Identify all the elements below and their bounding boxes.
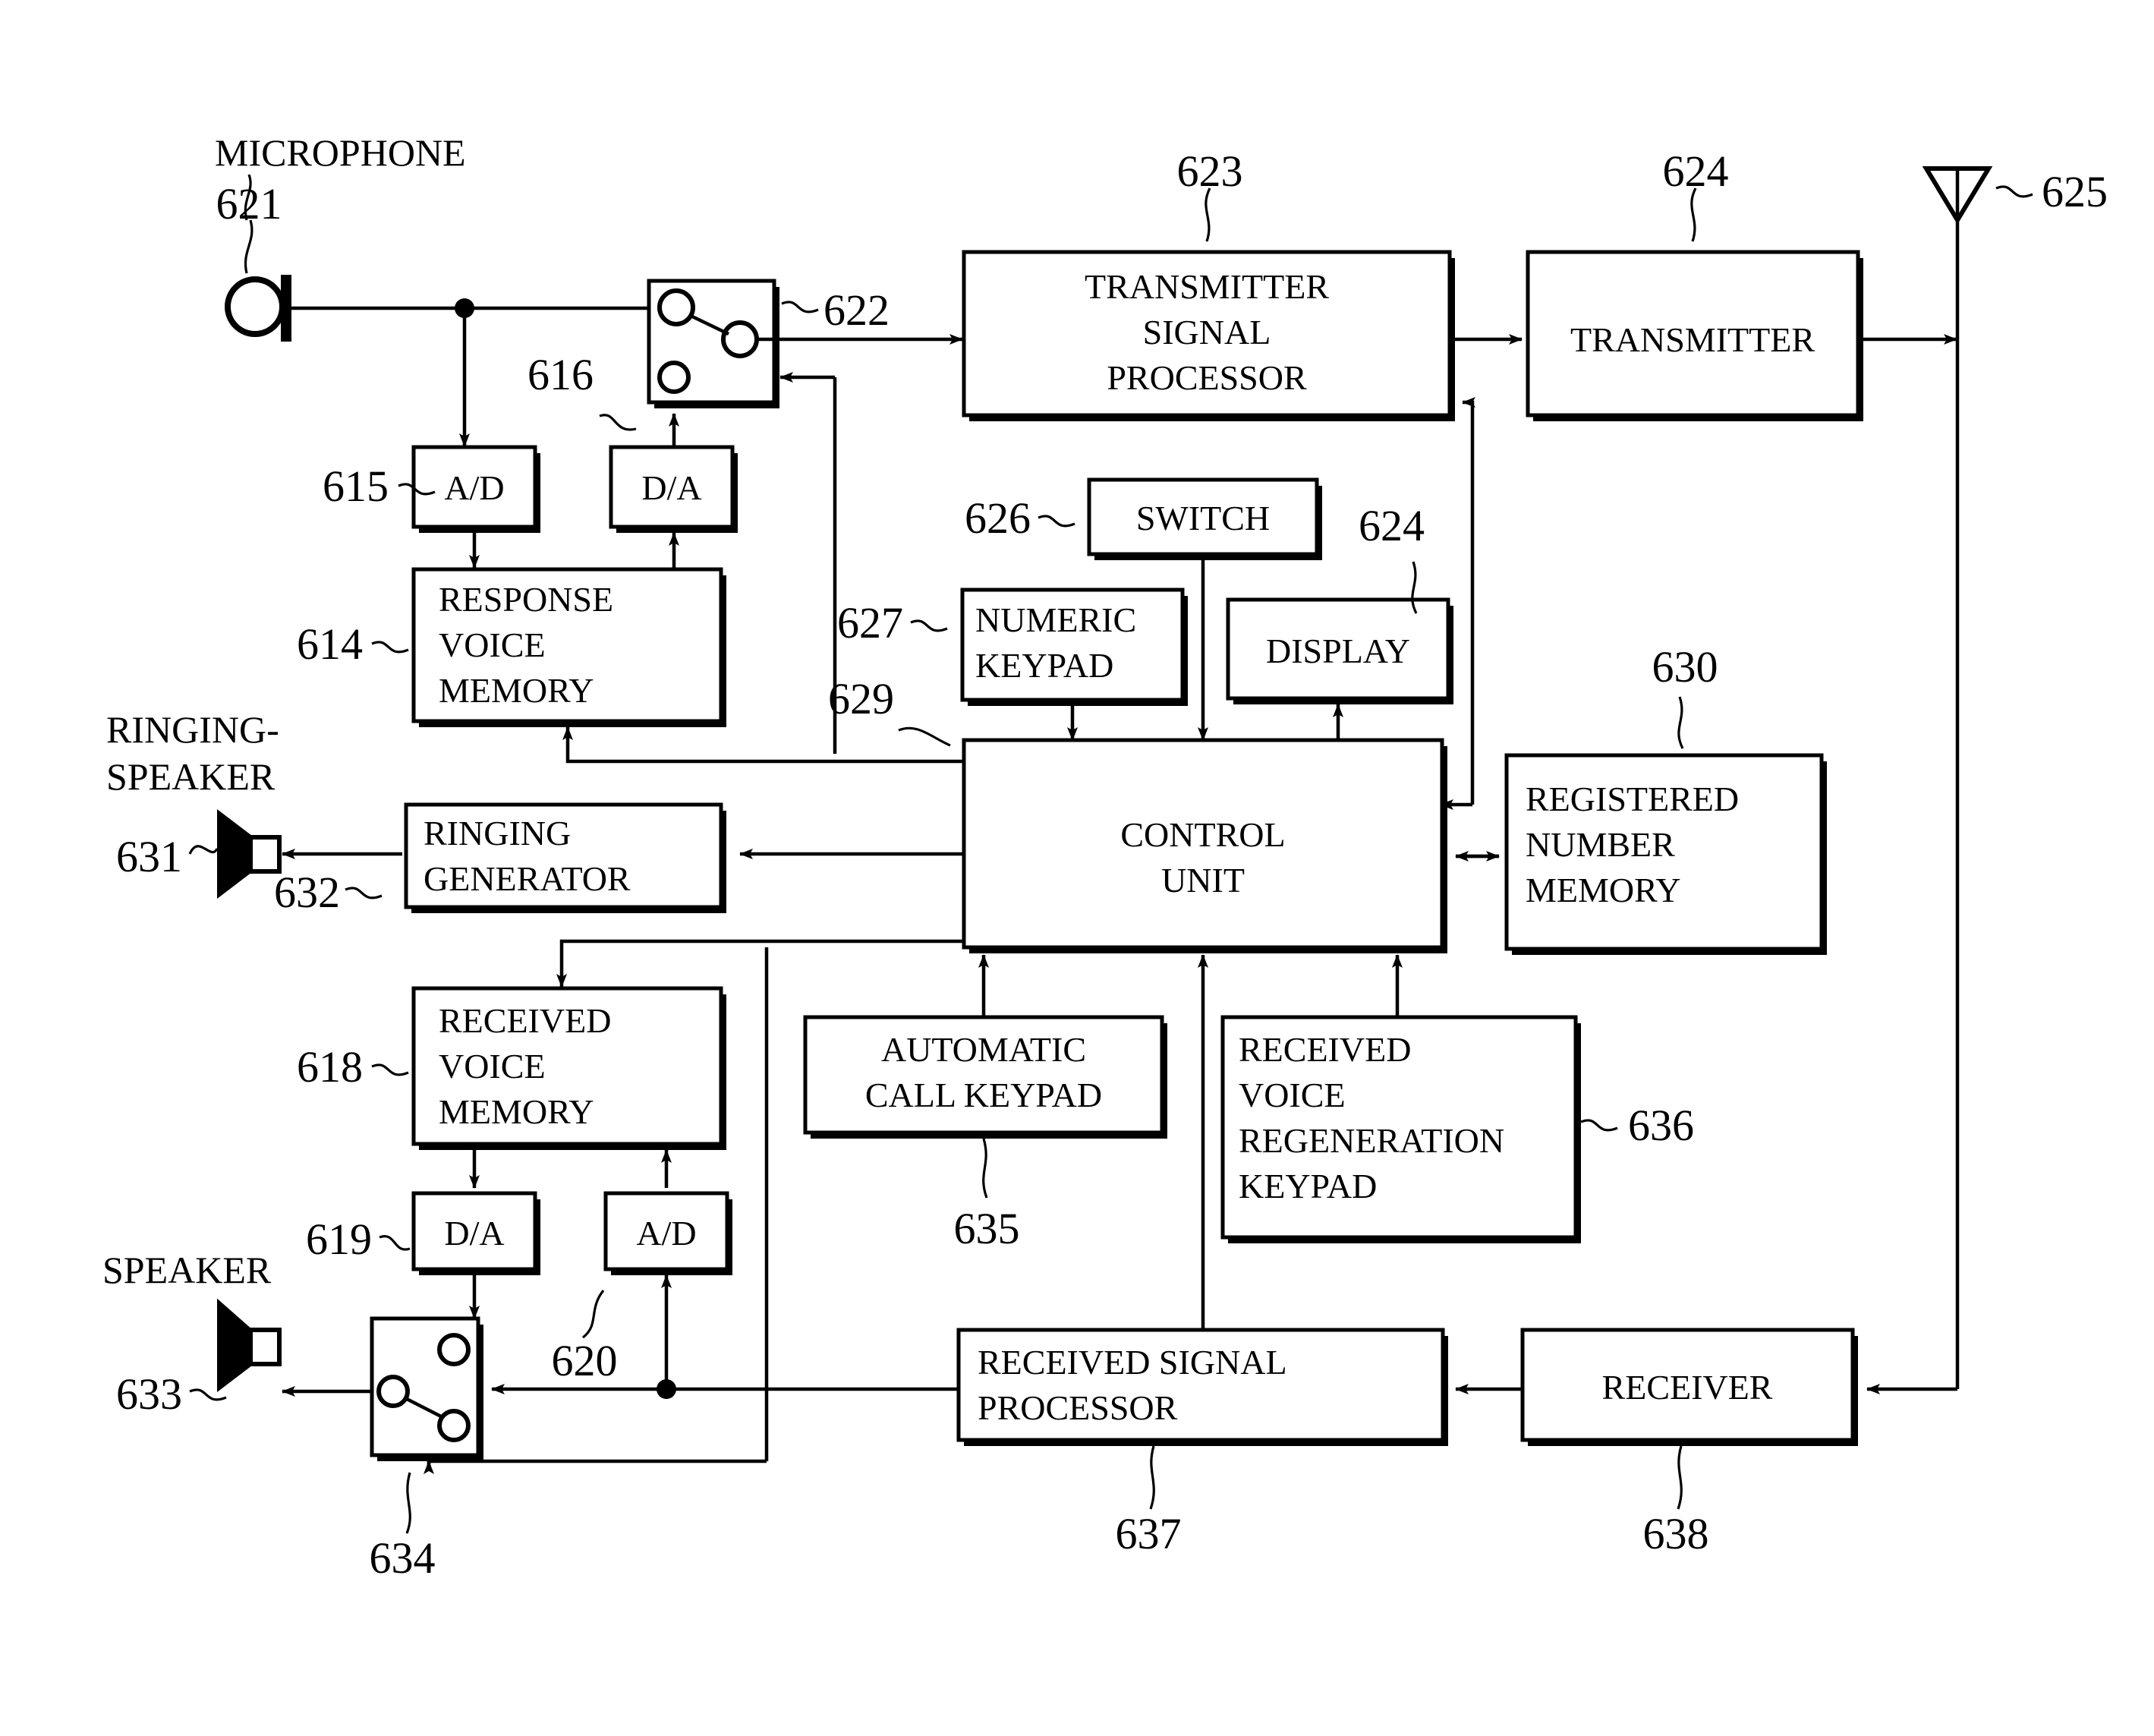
rvrk-line1: RECEIVED (1239, 1030, 1411, 1069)
ringgen-line2: GENERATOR (424, 859, 631, 898)
leader-619 (379, 1235, 411, 1251)
leader-629 (898, 726, 951, 747)
numeric-keypad-line2: KEYPAD (975, 646, 1113, 685)
ringing-speaker-symbol (217, 808, 282, 900)
ref-620: 620 (552, 1336, 618, 1385)
ad620-label: A/D (636, 1214, 696, 1252)
switch-634-symbol[interactable] (370, 1316, 483, 1461)
wire-control-to-txproc (1462, 397, 1475, 805)
rnm-line1: REGISTERED (1526, 780, 1739, 818)
leader-631 (188, 845, 219, 855)
leader-627 (910, 619, 948, 632)
microphone-symbol (225, 219, 291, 342)
rvrk-line3: REGENERATION (1239, 1121, 1504, 1160)
rvrk-line4: KEYPAD (1239, 1167, 1377, 1205)
txproc-line2: SIGNAL (1143, 313, 1271, 351)
block-diagram-svg: A/D D/A RESPONSE VOICE MEMORY TRANSMITTE… (102, 131, 2108, 1583)
autocall-line2: CALL KEYPAD (865, 1076, 1102, 1114)
da619-label: D/A (444, 1214, 504, 1252)
rcvm-line2: VOICE (439, 1047, 546, 1085)
rnm-line3: MEMORY (1526, 871, 1680, 909)
rcvm-line3: MEMORY (439, 1092, 594, 1131)
ref-634: 634 (370, 1533, 436, 1583)
speaker-symbol (217, 1298, 282, 1393)
leader-630 (1677, 696, 1684, 749)
leader-622 (781, 301, 819, 313)
ringing-speaker-label-2: SPEAKER (106, 755, 276, 798)
leader-614 (371, 641, 409, 654)
ref-623: 623 (1177, 147, 1243, 196)
ref-636: 636 (1628, 1101, 1694, 1150)
microphone-label: MICROPHONE (215, 131, 466, 174)
rsp-line2: PROCESSOR (978, 1388, 1178, 1427)
wire-control-to-rvm (562, 726, 964, 764)
ref-621: 621 (216, 179, 282, 228)
rvm-line3: MEMORY (439, 671, 594, 710)
rvm-line2: VOICE (439, 625, 546, 664)
leader-634 (405, 1472, 411, 1534)
ref-630: 630 (1652, 642, 1718, 692)
switch626-label: SWITCH (1136, 499, 1270, 537)
leader-616 (599, 414, 637, 431)
ref-624-transmitter: 624 (1663, 147, 1729, 196)
ad-615-label: A/D (444, 468, 504, 507)
control-unit-line1: CONTROL (1120, 815, 1285, 854)
autocall-line1: AUTOMATIC (881, 1030, 1086, 1069)
leader-623 (1205, 187, 1211, 242)
ref-619: 619 (306, 1215, 372, 1264)
leader-626 (1038, 515, 1075, 528)
ref-614: 614 (297, 619, 363, 669)
ringgen-line1: RINGING (424, 814, 571, 852)
ringing-speaker-label-1: RINGING- (106, 708, 279, 751)
txproc-line3: PROCESSOR (1107, 358, 1307, 397)
ref-624-display: 624 (1359, 501, 1425, 550)
ref-638: 638 (1643, 1509, 1709, 1558)
numeric-keypad-line1: NUMERIC (975, 600, 1136, 639)
ref-625: 625 (2042, 167, 2108, 216)
ref-635: 635 (954, 1204, 1020, 1253)
ref-637: 637 (1116, 1509, 1182, 1558)
leader-632 (345, 887, 383, 900)
ref-622: 622 (823, 285, 890, 335)
switch-622-symbol[interactable] (647, 279, 779, 408)
rvrk-line2: VOICE (1239, 1076, 1346, 1114)
da-616-label: D/A (641, 468, 701, 507)
ref-615: 615 (323, 462, 389, 511)
leader-624 (1690, 187, 1697, 242)
ref-631: 631 (116, 832, 182, 881)
ref-626: 626 (965, 493, 1031, 543)
patent-figure-canvas: A/D D/A RESPONSE VOICE MEMORY TRANSMITTE… (0, 0, 2154, 1736)
rnm-line2: NUMBER (1526, 825, 1675, 864)
transmitter-label: TRANSMITTER (1570, 320, 1815, 359)
ref-629: 629 (828, 674, 894, 723)
ref-618: 618 (297, 1042, 363, 1092)
rvm-line1: RESPONSE (439, 580, 613, 619)
wire-control-to-rcvm (556, 939, 964, 988)
display-label: DISPLAY (1266, 632, 1410, 670)
leader-633 (189, 1388, 227, 1401)
ref-633: 633 (116, 1369, 182, 1419)
ref-627: 627 (837, 598, 903, 647)
ref-632: 632 (274, 868, 340, 917)
speaker-label: SPEAKER (102, 1249, 272, 1291)
ref-616: 616 (527, 350, 594, 399)
txproc-line1: TRANSMITTER (1085, 267, 1329, 306)
rsp-line1: RECEIVED SIGNAL (978, 1343, 1287, 1382)
receiver-label: RECEIVER (1602, 1368, 1773, 1407)
leader-618 (371, 1063, 409, 1076)
antenna-symbol (1922, 166, 1993, 1389)
rcvm-line1: RECEIVED (439, 1001, 611, 1040)
control-unit-line2: UNIT (1161, 861, 1245, 900)
